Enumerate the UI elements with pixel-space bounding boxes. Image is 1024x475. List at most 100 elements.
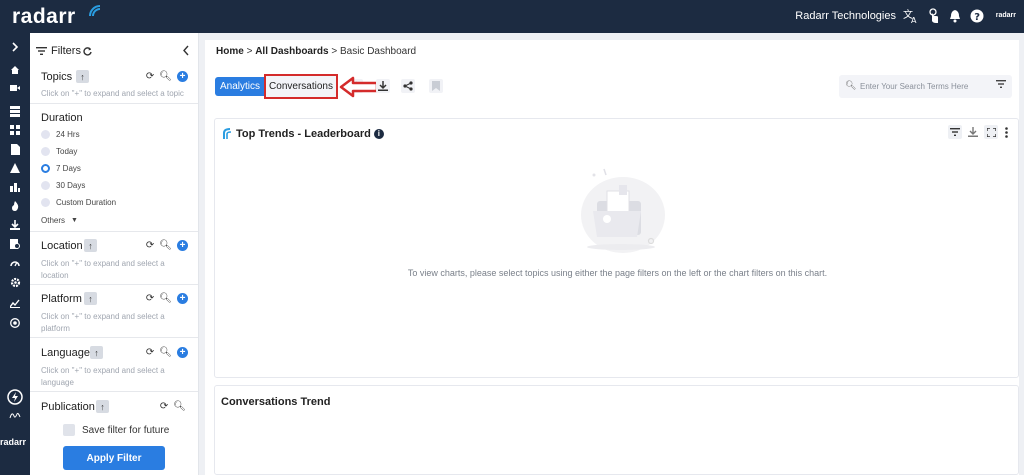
breadcrumb-home[interactable]: Home xyxy=(216,46,244,57)
info-icon[interactable]: i xyxy=(373,129,384,139)
language-add-icon[interactable]: + xyxy=(177,347,188,358)
brand-avatar[interactable]: radarr xyxy=(996,12,1016,19)
tab-analytics[interactable]: Analytics xyxy=(215,77,265,96)
platform-search-icon[interactable]: 🔍︎ xyxy=(159,293,172,304)
language-sort-up-icon[interactable]: ↑ xyxy=(90,346,103,359)
duration-title: Duration xyxy=(41,112,83,124)
duration-others-dropdown[interactable]: Others ▼ xyxy=(41,216,78,225)
publication-refresh-icon[interactable]: ⟳ xyxy=(160,401,168,412)
platform-add-icon[interactable]: + xyxy=(177,293,188,304)
topics-add-icon[interactable]: + xyxy=(177,71,188,82)
settings-gear-icon[interactable] xyxy=(5,275,25,289)
breadcrumb-all-dashboards[interactable]: All Dashboards xyxy=(255,46,328,57)
radio-button[interactable] xyxy=(41,181,50,190)
save-filter-checkbox[interactable] xyxy=(63,424,75,436)
duration-option-7days[interactable]: 7 Days xyxy=(41,164,81,173)
platform-hint: Click on "+" to expand and select a plat… xyxy=(41,312,165,333)
fire-icon[interactable] xyxy=(5,199,25,213)
leaderboard-title: Top Trends - Leaderboard xyxy=(236,128,371,140)
share-icon[interactable] xyxy=(401,79,415,93)
breadcrumb-current: Basic Dashboard xyxy=(339,46,417,57)
report-icon[interactable] xyxy=(5,237,25,251)
building-icon[interactable] xyxy=(5,180,25,194)
tab-conversations[interactable]: Conversations xyxy=(264,74,338,99)
signature-icon[interactable] xyxy=(5,408,25,422)
platform-refresh-icon[interactable]: ⟳ xyxy=(146,293,154,304)
divider xyxy=(30,231,198,232)
radio-button[interactable] xyxy=(41,147,50,156)
help-icon[interactable]: ? xyxy=(968,7,986,25)
search-bar: 🔍︎ Enter Your Search Terms Here xyxy=(839,75,1012,98)
topics-refresh-icon[interactable]: ⟳ xyxy=(146,71,154,82)
target-icon[interactable] xyxy=(5,316,25,330)
conversations-trend-card: Conversations Trend xyxy=(214,385,1019,475)
chart-download-icon[interactable] xyxy=(966,125,980,139)
translate-icon[interactable]: 文A xyxy=(902,7,920,25)
language-search-icon[interactable]: 🔍︎ xyxy=(159,347,172,358)
language-actions: ⟳ 🔍︎ + xyxy=(146,347,188,358)
radio-button[interactable] xyxy=(41,130,50,139)
duration-option-30days[interactable]: 30 Days xyxy=(41,181,85,190)
empty-state-message: To view charts, please select topics usi… xyxy=(407,268,828,278)
organization-name[interactable]: Radarr Technologies xyxy=(795,10,896,22)
dashboard-icon[interactable] xyxy=(5,123,25,137)
location-actions: ⟳ 🔍︎ + xyxy=(146,240,188,251)
save-filter-label: Save filter for future xyxy=(82,424,170,436)
document-icon[interactable] xyxy=(5,142,25,156)
logo-signal-icon xyxy=(89,5,101,17)
chart-filter-icon[interactable] xyxy=(948,125,962,139)
rail-brand-logo: radarr xyxy=(0,437,27,447)
video-icon[interactable] xyxy=(5,81,25,95)
search-input[interactable]: Enter Your Search Terms Here xyxy=(860,82,968,91)
duration-option-today[interactable]: Today xyxy=(41,147,77,156)
top-bar: radarr Radarr Technologies 文A ? radarr xyxy=(0,0,1024,33)
download-icon[interactable] xyxy=(376,79,390,93)
empty-folder-illustration xyxy=(581,168,665,253)
bookmark-icon[interactable] xyxy=(429,79,443,93)
breadcrumb: Home > All Dashboards > Basic Dashboard xyxy=(216,46,416,57)
database-icon[interactable] xyxy=(5,104,25,118)
reset-filters-icon[interactable] xyxy=(83,47,92,56)
collapse-panel-chevron-icon[interactable] xyxy=(182,45,190,56)
download-icon[interactable] xyxy=(5,218,25,232)
apply-filter-button[interactable]: Apply Filter xyxy=(63,446,165,470)
main-content: Home > All Dashboards > Basic Dashboard … xyxy=(205,40,1019,475)
language-refresh-icon[interactable]: ⟳ xyxy=(146,347,154,358)
publication-search-icon[interactable]: 🔍︎ xyxy=(173,401,186,412)
language-hint: Click on "+" to expand and select a lang… xyxy=(41,366,165,387)
home-icon[interactable] xyxy=(5,63,25,77)
platform-title: Platform xyxy=(41,293,82,305)
card-title: Top Trends - Leaderboard i xyxy=(236,128,384,140)
app-logo[interactable]: radarr xyxy=(12,5,76,29)
touch-icon[interactable] xyxy=(924,7,942,25)
more-options-icon[interactable] xyxy=(1002,125,1010,139)
duration-option-24hrs[interactable]: 24 Hrs xyxy=(41,130,80,139)
fullscreen-icon[interactable] xyxy=(984,125,998,139)
location-sort-up-icon[interactable]: ↑ xyxy=(84,239,97,252)
expand-chevron-icon[interactable] xyxy=(5,40,25,54)
location-search-icon[interactable]: 🔍︎ xyxy=(159,240,172,251)
save-filter-option[interactable]: Save filter for future xyxy=(63,424,169,436)
option-label: Custom Duration xyxy=(56,198,117,207)
alert-icon[interactable] xyxy=(5,161,25,175)
gauge-icon[interactable] xyxy=(5,256,25,270)
search-filter-icon[interactable] xyxy=(996,80,1006,88)
analytics-chart-icon[interactable] xyxy=(5,296,25,310)
publication-actions: ⟳ 🔍︎ xyxy=(160,401,186,412)
breadcrumb-separator: > xyxy=(331,46,338,57)
platform-sort-up-icon[interactable]: ↑ xyxy=(84,292,97,305)
topics-actions: ⟳ 🔍︎ + xyxy=(146,71,188,82)
radio-button-selected[interactable] xyxy=(41,164,50,173)
location-refresh-icon[interactable]: ⟳ xyxy=(146,240,154,251)
language-title: Language xyxy=(41,347,90,359)
radio-button[interactable] xyxy=(41,198,50,207)
option-label: 30 Days xyxy=(56,181,86,190)
publication-sort-up-icon[interactable]: ↑ xyxy=(96,400,109,413)
notifications-bell-icon[interactable] xyxy=(946,7,964,25)
radarr-assistant-icon[interactable] xyxy=(5,388,25,406)
location-add-icon[interactable]: + xyxy=(177,240,188,251)
topics-sort-up-icon[interactable]: ↑ xyxy=(76,70,89,83)
topics-search-icon[interactable]: 🔍︎ xyxy=(159,71,172,82)
duration-option-custom[interactable]: Custom Duration xyxy=(41,198,116,207)
filter-panel: Filters Topics ↑ ⟳ 🔍︎ + Click on "+" to … xyxy=(30,33,199,475)
